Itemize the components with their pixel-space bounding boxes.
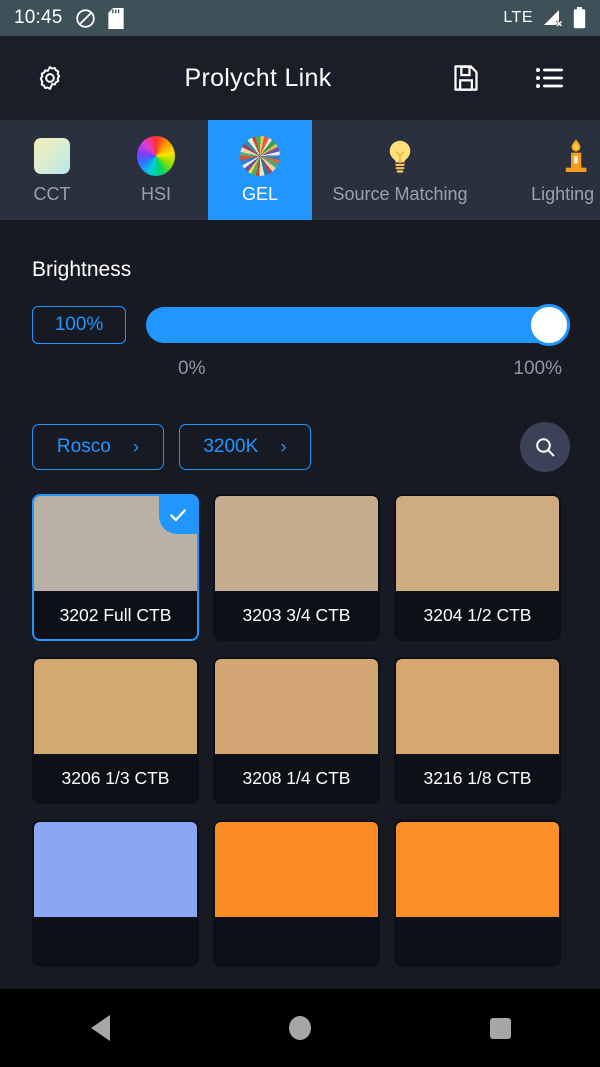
back-triangle-icon [91,1015,110,1041]
tab-cct[interactable]: CCT [0,120,104,220]
chevron-right-icon: › [280,438,286,457]
gel-card[interactable]: 3202 Full CTB [32,494,199,641]
gel-card[interactable] [32,820,199,967]
gel-card[interactable] [213,820,380,967]
brightness-slider-knob[interactable] [528,304,570,346]
candle-icon [556,136,596,176]
chevron-right-icon: › [133,438,139,457]
gel-card[interactable]: 3204 1/2 CTB [394,494,561,641]
color-wheel-icon [136,136,176,176]
home-button[interactable] [255,989,345,1067]
menu-button[interactable] [528,66,572,90]
sd-card-icon [108,8,124,29]
status-bar-left: 10:45 [14,7,124,29]
app-root: 10:45 LTE [0,0,600,1067]
gel-card-label: 3206 1/3 CTB [34,754,197,802]
gel-swatch [34,659,197,754]
settings-button[interactable] [28,64,72,92]
brand-filter-label: Rosco [57,436,111,458]
tab-lighting-effects[interactable]: Lighting Eff [488,120,600,220]
gel-card-label: 3208 1/4 CTB [215,754,378,802]
mode-tab-bar: CCT HSI GEL Source Matching [0,120,600,220]
app-bar-actions [444,64,572,92]
gel-swatch [396,496,559,591]
recents-square-icon [490,1018,511,1039]
brightness-title: Brightness [0,220,600,282]
gel-card-label: 3204 1/2 CTB [396,591,559,639]
status-bar: 10:45 LTE [0,0,600,36]
dnd-icon [75,8,96,29]
gel-card-label: 3203 3/4 CTB [215,591,378,639]
gel-grid: 3202 Full CTB 3203 3/4 CTB 3204 1/2 CTB 320… [0,472,600,967]
brightness-slider-track[interactable] [146,307,570,343]
gel-swatch [34,822,197,917]
selected-check-badge [159,496,197,534]
gel-card[interactable]: 3208 1/4 CTB [213,657,380,804]
tab-source-matching[interactable]: Source Matching [312,120,488,220]
tab-label-source-matching: Source Matching [332,184,467,205]
status-bar-right: LTE [503,7,586,29]
battery-icon [573,7,586,29]
brightness-min-label: 0% [178,358,205,380]
network-label: LTE [503,9,533,27]
gel-card[interactable] [394,820,561,967]
temperature-filter-label: 3200K [203,436,258,458]
back-button[interactable] [55,989,145,1067]
gel-swatch [215,822,378,917]
lightbulb-icon [380,136,420,176]
cct-swatch-icon [32,136,72,176]
tab-label-lighting-effects: Lighting Eff [531,184,600,205]
gel-card-label: 3216 1/8 CTB [396,754,559,802]
search-button[interactable] [520,422,570,472]
gel-card[interactable]: 3206 1/3 CTB [32,657,199,804]
tab-label-gel: GEL [242,184,278,205]
android-nav-bar [0,989,600,1067]
tab-gel[interactable]: GEL [208,120,312,220]
brightness-control: 100% [0,282,600,344]
signal-off-icon [542,8,564,28]
tab-hsi[interactable]: HSI [104,120,208,220]
gel-panel: Brightness 100% 0% 100% Rosco › 3200K › [0,220,600,976]
brightness-slider[interactable] [146,306,570,344]
gel-card-label [34,917,197,965]
brand-filter-chip[interactable]: Rosco › [32,424,164,470]
gel-swatch [396,659,559,754]
save-button[interactable] [444,64,488,92]
page-title: Prolycht Link [72,64,444,93]
gel-card-label [215,917,378,965]
gel-swatch [396,822,559,917]
gel-burst-icon [240,136,280,176]
gel-card-label [396,917,559,965]
app-bar: Prolycht Link [0,36,600,120]
home-circle-icon [289,1016,311,1040]
recents-button[interactable] [455,989,545,1067]
temperature-filter-chip[interactable]: 3200K › [179,424,311,470]
brightness-max-label: 100% [513,358,562,380]
brightness-scale: 0% 100% [178,358,562,380]
search-icon [533,435,557,459]
tab-label-cct: CCT [34,184,71,205]
gel-card[interactable]: 3203 3/4 CTB [213,494,380,641]
gel-card[interactable]: 3216 1/8 CTB [394,657,561,804]
brightness-value-field[interactable]: 100% [32,306,126,344]
gear-icon [36,64,64,92]
gel-card-label: 3202 Full CTB [34,591,197,639]
gel-filter-row: Rosco › 3200K › [0,380,600,472]
save-icon [453,64,479,92]
list-menu-icon [535,66,565,90]
status-time: 10:45 [14,7,63,29]
gel-swatch [215,659,378,754]
tab-label-hsi: HSI [141,184,171,205]
gel-swatch [215,496,378,591]
